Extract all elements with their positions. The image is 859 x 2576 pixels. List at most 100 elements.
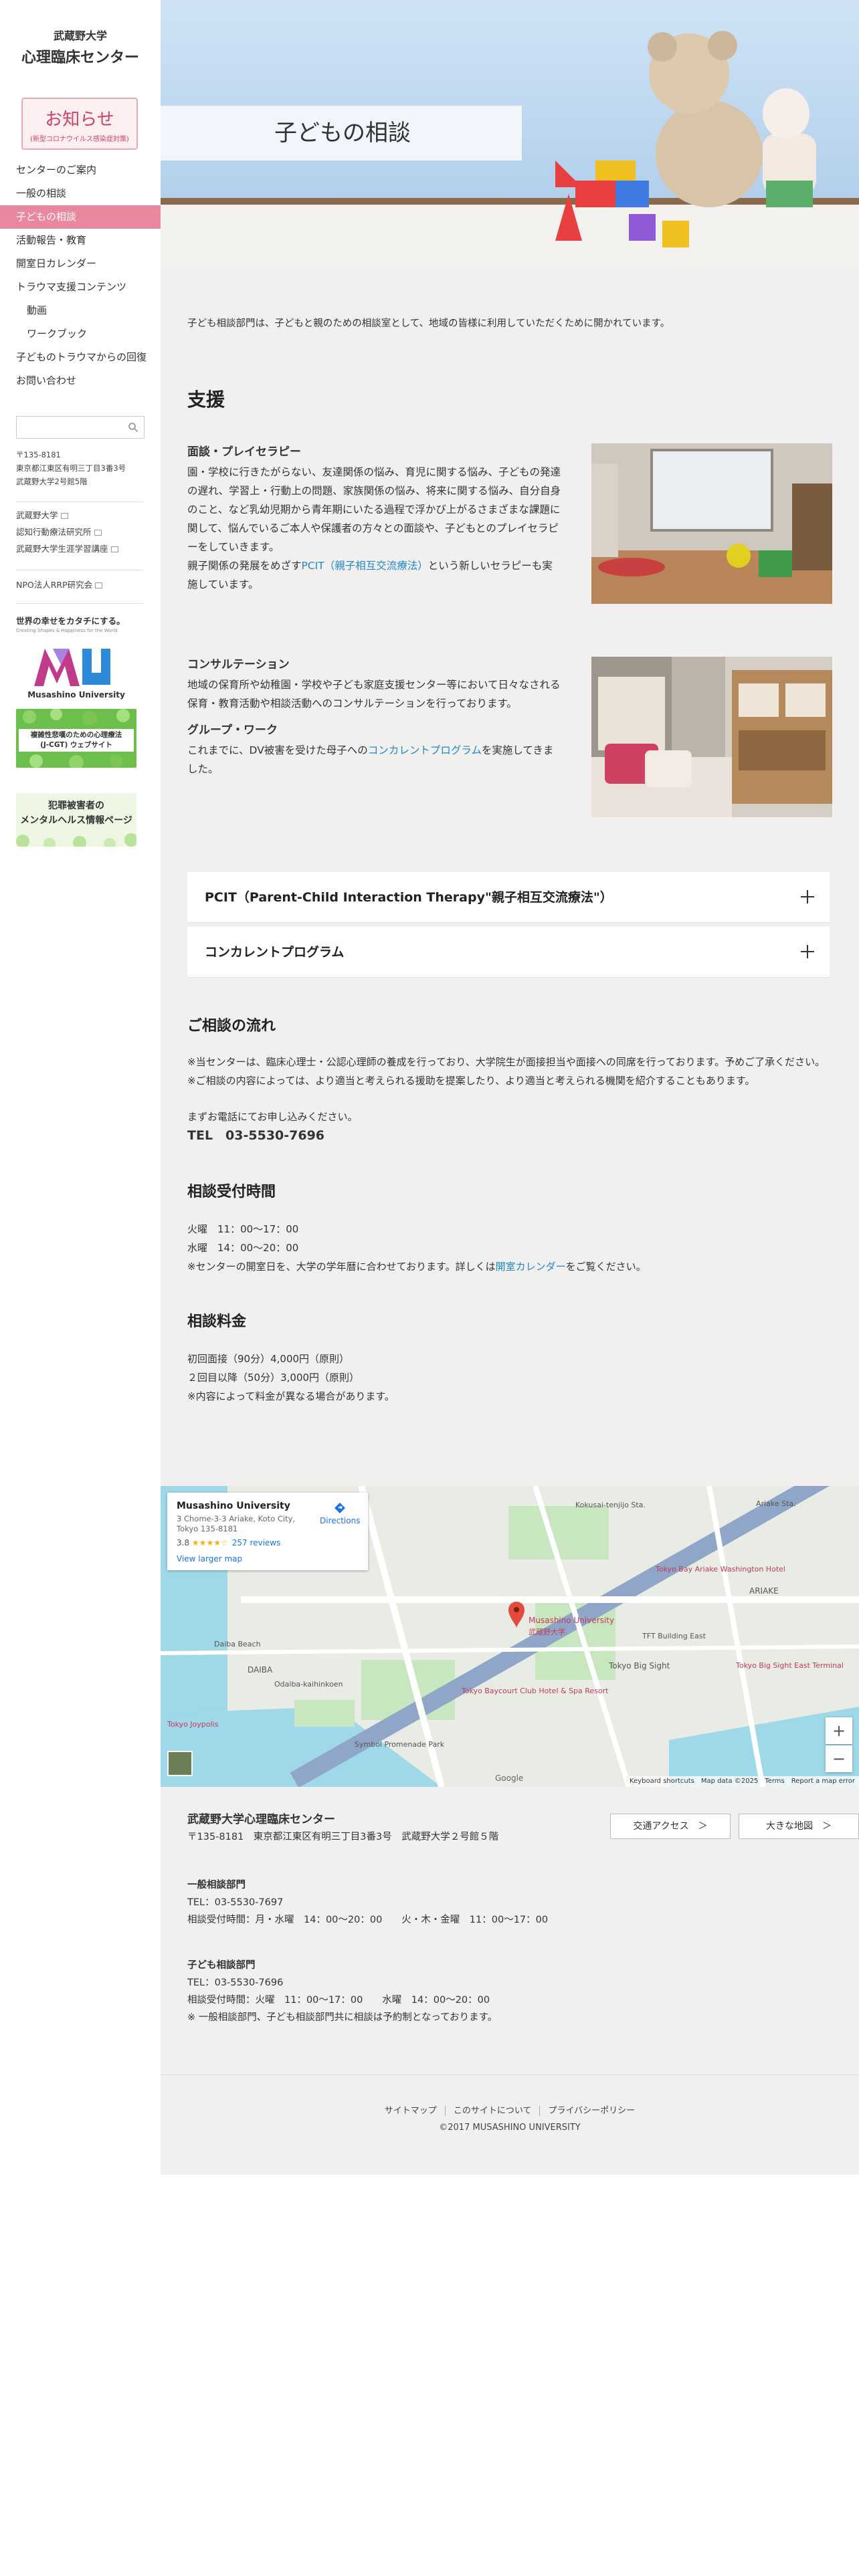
- jcgt-banner[interactable]: 複雑性悲嘆のための心理療法 (J-CGT) ウェブサイト: [16, 709, 136, 768]
- fees-heading: 相談料金: [187, 1313, 247, 1330]
- accordion-pcit[interactable]: PCIT（Parent-Child Interaction Therapy"親子…: [187, 872, 830, 923]
- map-label: Tokyo Joypolis: [167, 1720, 219, 1729]
- play-therapy-body2: 親子関係の発展をめざすPCIT（親子相互交流療法）という新しいセラピーも実施して…: [187, 556, 562, 594]
- plus-icon[interactable]: [800, 889, 815, 904]
- calendar-link[interactable]: 開室カレンダー: [496, 1261, 566, 1273]
- victim-banner-text: 犯罪被害者の メンタルヘルス情報ページ: [16, 798, 136, 828]
- footer-links: サイトマップ このサイトについて プライバシーポリシー: [161, 2103, 859, 2116]
- map-label: Ariake Sta.: [756, 1499, 796, 1508]
- map-label: Kokusai-tenjijo Sta.: [575, 1501, 646, 1509]
- link-lifelong[interactable]: 武蔵野大学生涯学習講座: [16, 544, 108, 554]
- address-line: 武蔵野大学2号館5階: [16, 477, 88, 486]
- plus-icon[interactable]: [800, 944, 815, 959]
- map-place-address: 3 Chome-3-3 Ariake, Koto City, Tokyo 135…: [177, 1514, 296, 1533]
- intro-text: 子ども相談部門は、子どもと親のための相談室として、地域の皆様に利用していただくた…: [187, 318, 670, 329]
- map-label: Tokyo Big Sight: [609, 1661, 670, 1671]
- link-musashino[interactable]: 武蔵野大学: [16, 510, 58, 520]
- flow-line3: まずお電話にてお申し込みください。: [187, 1111, 358, 1123]
- jcgt-line1: 複雑性悲嘆のための心理療法: [30, 731, 122, 739]
- general-dept-hours: 相談受付時間：月・水曜 14：00〜20：00 火・木・金曜 11：00〜17：…: [187, 1915, 549, 1925]
- google-logo: Google: [495, 1774, 524, 1783]
- nav-item-general[interactable]: 一般の相談: [0, 182, 161, 205]
- large-map-button[interactable]: 大きな地図 ＞: [739, 1814, 859, 1839]
- nav-item-trauma[interactable]: トラウマ支援コンテンツ: [0, 276, 161, 299]
- mu-logo-text: Musashino University: [27, 690, 125, 700]
- notice-banner[interactable]: お知らせ (新型コロナウイルス感染症対策): [21, 98, 138, 150]
- map-footer[interactable]: Keyboard shortcuts Map data ©2025 Terms …: [626, 1776, 859, 1787]
- nav-item-contact[interactable]: お問い合わせ: [0, 369, 161, 393]
- sitemap-link[interactable]: サイトマップ: [385, 2106, 437, 2116]
- map-thumbnail[interactable]: [167, 1751, 193, 1776]
- accordion-concurrent[interactable]: コンカレントプログラム: [187, 927, 830, 978]
- pcit-link[interactable]: PCIT（親子相互交流療法）: [302, 560, 428, 572]
- about-site-link[interactable]: このサイトについて: [454, 2106, 532, 2116]
- link-rrp[interactable]: NPO法人RRP研究会: [16, 580, 92, 590]
- search-input[interactable]: [17, 417, 124, 438]
- map-pin-label-jp: 武蔵野大学: [529, 1628, 565, 1636]
- logo-center: 心理臨床センター: [21, 49, 139, 66]
- concurrent-program-link[interactable]: コンカレントプログラム: [368, 744, 482, 756]
- footer-address: 武蔵野大学心理臨床センター 〒135-8181 東京都江東区有明三丁目3番3号 …: [187, 1811, 615, 1846]
- google-map[interactable]: Musashino University 武蔵野大学 Kokusai-tenji…: [161, 1486, 859, 1787]
- consultation-room-image: [591, 657, 832, 817]
- external-link-icon: [110, 546, 118, 552]
- flow-tel: TEL 03-5530-7696: [187, 1128, 325, 1143]
- victim-info-banner[interactable]: 犯罪被害者の メンタルヘルス情報ページ: [16, 793, 136, 847]
- play-therapy-block: 面談・プレイセラピー 園・学校に行きたがらない、友達関係の悩み、育児に関する悩み…: [187, 443, 562, 594]
- view-larger-map-link[interactable]: View larger map: [177, 1554, 359, 1564]
- consultation-room-photo: [591, 657, 832, 817]
- privacy-link[interactable]: プライバシーポリシー: [548, 2106, 635, 2116]
- external-link-icon: [94, 530, 102, 536]
- site-logo[interactable]: 武蔵野大学 心理臨床センター: [0, 27, 161, 67]
- star-rating-icon: ★★★★☆: [191, 1538, 228, 1547]
- map-label: Tokyo Bay Ariake Washington Hotel: [656, 1565, 785, 1574]
- footer-general-dept: 一般相談部門 TEL：03-5530-7697 相談受付時間：月・水曜 14：0…: [187, 1876, 615, 1929]
- nav-item-children[interactable]: 子どもの相談: [0, 205, 161, 229]
- jcgt-line2: (J-CGT) ウェブサイト: [40, 741, 112, 749]
- nav-item-recovery[interactable]: 子どものトラウマからの回復: [0, 346, 161, 369]
- nav-item-workbook[interactable]: ワークブック: [0, 322, 161, 346]
- footer-child-dept: 子ども相談部門 TEL：03-5530-7696 相談受付時間：火曜 11：00…: [187, 1957, 789, 2026]
- map-reviews-link[interactable]: 257 reviews: [232, 1538, 281, 1547]
- nav-item-video[interactable]: 動画: [0, 299, 161, 322]
- zoom-out-button[interactable]: −: [826, 1745, 852, 1772]
- map-label: DAIBA: [248, 1665, 273, 1675]
- nav-item-activities[interactable]: 活動報告・教育: [0, 229, 161, 252]
- flow-line2: ※ご相談の内容によっては、より適当と考えられる援助を提案したり、より適当と考えら…: [187, 1075, 755, 1087]
- mu-logo-icon: [34, 649, 110, 686]
- zoom-in-button[interactable]: +: [826, 1717, 852, 1744]
- musashino-logo[interactable]: Musashino University: [16, 646, 136, 700]
- child-dept-title: 子ども相談部門: [187, 1960, 256, 1971]
- external-link-icon: [95, 582, 103, 588]
- play-therapy-title: 面談・プレイセラピー: [187, 445, 301, 459]
- link-cbt[interactable]: 認知行動療法研究所: [16, 527, 92, 537]
- directions-label: Directions: [320, 1516, 361, 1525]
- map-label: Tokyo Big Sight East Terminal: [736, 1661, 844, 1670]
- footer-postal-address: 〒135-8181 東京都江東区有明三丁目3番3号 武蔵野大学２号館５階: [187, 1832, 499, 1842]
- directions-icon: [335, 1503, 345, 1513]
- hours-text: 火曜 11：00〜17：00 水曜 14：00〜20：00 ※センターの開室日を…: [187, 1220, 843, 1276]
- main-content: 子どもの相談 子ども相談部門は、子どもと親のための相談室として、地域の皆様に利用…: [161, 0, 859, 2175]
- text-span: をご覧ください。: [565, 1261, 646, 1273]
- accordion-pcit-title: PCIT（Parent-Child Interaction Therapy"親子…: [205, 890, 613, 905]
- hero-banner: 子どもの相談: [161, 0, 859, 267]
- consultation-block: コンサルテーション 地域の保育所や幼稚園・学校や子ども家庭支援センター等において…: [187, 655, 562, 778]
- notice-title: お知らせ: [45, 110, 114, 130]
- directions-button[interactable]: Directions: [320, 1502, 360, 1525]
- access-button[interactable]: 交通アクセス ＞: [610, 1814, 731, 1839]
- map-rating: 3.8 ★★★★☆ 257 reviews: [177, 1538, 359, 1547]
- map-label: TFT Building East: [642, 1632, 706, 1640]
- logo-university: 武蔵野大学: [53, 29, 107, 42]
- play-therapy-body: 園・学校に行きたがらない、友達関係の悩み、育児に関する悩み、子どもの発達の遅れ、…: [187, 466, 561, 553]
- tagline-main: 世界の幸せをカタチにする。: [16, 616, 125, 626]
- consultation-body: 地域の保育所や幼稚園・学校や子ども家庭支援センター等において日々なされる保育・教…: [187, 679, 561, 710]
- jcgt-banner-text: 複雑性悲嘆のための心理療法 (J-CGT) ウェブサイト: [19, 729, 134, 752]
- nav-item-about[interactable]: センターのご案内: [0, 158, 161, 182]
- map-label: Daiba Beach: [214, 1640, 261, 1648]
- nav-item-calendar[interactable]: 開室日カレンダー: [0, 252, 161, 276]
- copyright: ©2017 MUSASHINO UNIVERSITY: [439, 2123, 581, 2133]
- address-line: 〒135-8181: [16, 450, 61, 459]
- search-icon[interactable]: [128, 422, 138, 433]
- search-box: [16, 416, 145, 439]
- main-nav: センターのご案内 一般の相談 子どもの相談 活動報告・教育 開室日カレンダー ト…: [0, 158, 161, 393]
